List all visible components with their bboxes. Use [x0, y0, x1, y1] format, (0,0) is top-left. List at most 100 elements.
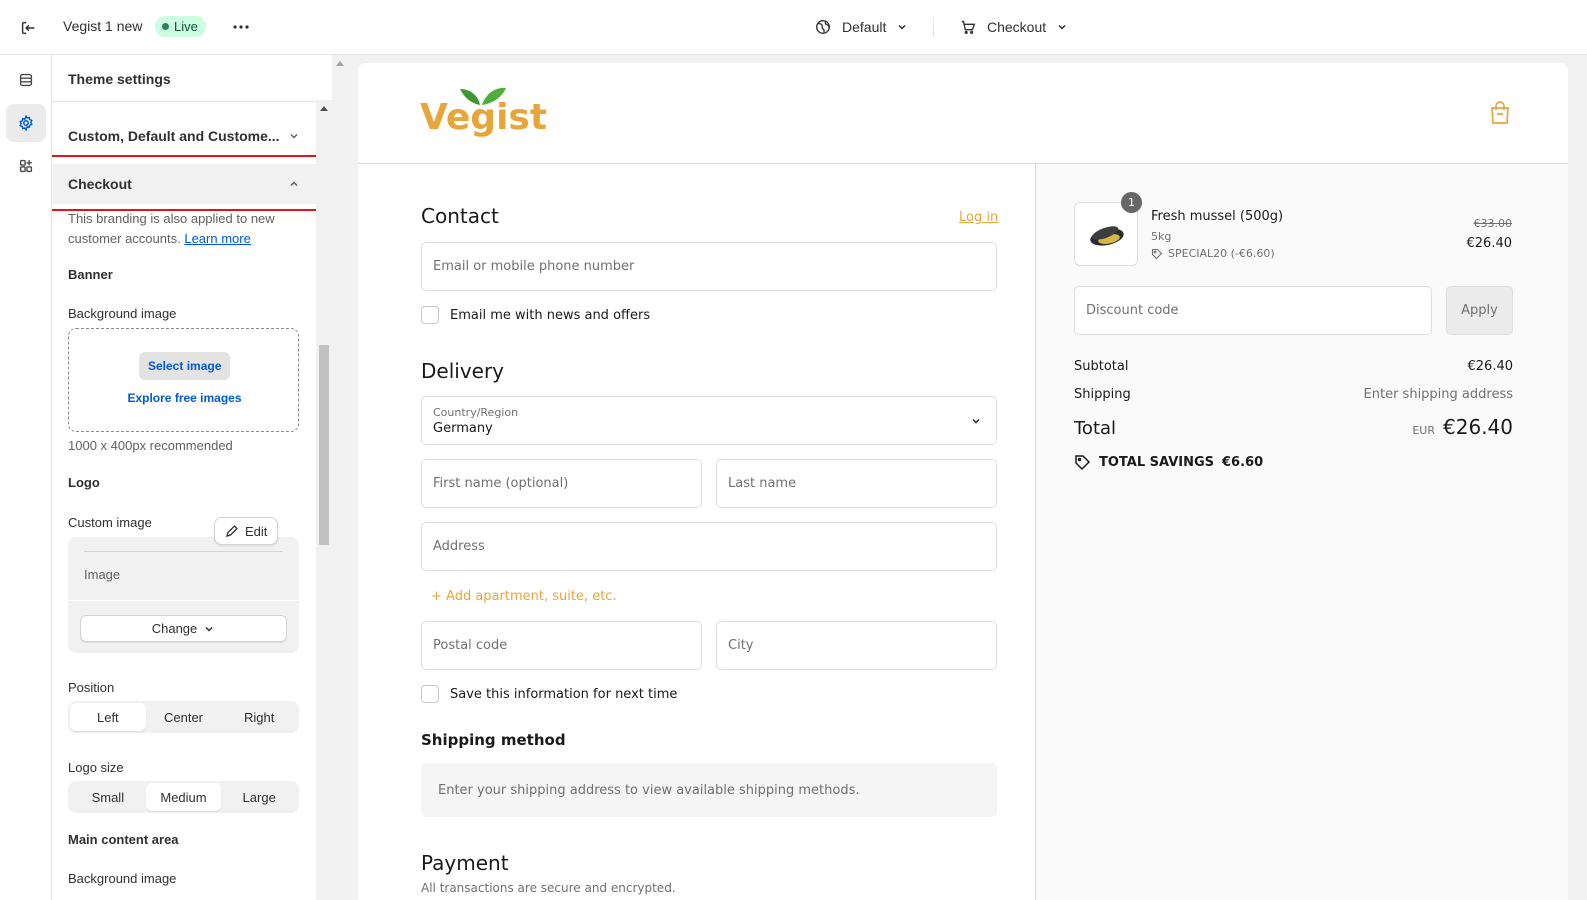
- checkout-form: Contact Log in Email or mobile phone num…: [358, 164, 1035, 900]
- discounted-price: €26.40: [1466, 236, 1513, 251]
- accordion-label: Custom, Default and Custome...: [68, 128, 280, 144]
- discount-code-label: SPECIAL20 (-€6.60): [1168, 247, 1275, 260]
- sidebar-header: Theme settings: [52, 55, 332, 102]
- select-image-button[interactable]: Select image: [139, 352, 231, 380]
- total-row: Total EUR €26.40: [1074, 415, 1513, 439]
- add-apartment-link[interactable]: + Add apartment, suite, etc.: [431, 589, 617, 604]
- save-info-checkbox[interactable]: [421, 685, 439, 703]
- postal-code-input[interactable]: Postal code: [421, 621, 702, 670]
- logo-size-medium-option[interactable]: Medium: [145, 783, 222, 811]
- total-savings: TOTAL SAVINGS €6.60: [1074, 454, 1263, 471]
- accordion-custom-default[interactable]: Custom, Default and Custome...: [52, 116, 316, 156]
- email-input[interactable]: Email or mobile phone number: [421, 242, 997, 291]
- savings-label: TOTAL SAVINGS: [1099, 455, 1215, 470]
- custom-image-label: Custom image: [68, 515, 152, 530]
- image-dropzone[interactable]: Select image Explore free images: [68, 328, 299, 432]
- explore-free-images-link[interactable]: Explore free images: [69, 391, 300, 405]
- position-center-option[interactable]: Center: [146, 703, 222, 731]
- apps-icon[interactable]: [6, 147, 46, 185]
- position-left-option[interactable]: Left: [70, 703, 146, 731]
- news-checkbox-row[interactable]: Email me with news and offers: [421, 306, 650, 324]
- payment-heading: Payment: [421, 851, 509, 875]
- country-select[interactable]: Country/Region Germany: [421, 396, 997, 445]
- position-right-option[interactable]: Right: [221, 703, 297, 731]
- page-selector[interactable]: Checkout: [959, 15, 1068, 39]
- shipping-method-note: Enter your shipping address to view avai…: [421, 763, 997, 817]
- subtotal-label: Subtotal: [1074, 359, 1129, 374]
- theme-selector[interactable]: Default: [814, 15, 908, 39]
- settings-sidebar: Theme settings Custom, Default and Custo…: [52, 55, 332, 900]
- shipping-row: Shipping Enter shipping address: [1074, 387, 1513, 402]
- preview-scrollbar[interactable]: [332, 55, 348, 900]
- vegist-logo: Vegist: [420, 83, 547, 145]
- sidebar-scrollbar[interactable]: [316, 100, 332, 900]
- theme-selector-label: Default: [842, 19, 887, 35]
- more-actions-icon[interactable]: [228, 15, 254, 39]
- page-selector-label: Checkout: [987, 19, 1047, 35]
- quantity-badge: 1: [1121, 192, 1142, 213]
- save-info-checkbox-row[interactable]: Save this information for next time: [421, 685, 677, 703]
- tag-icon: [1075, 455, 1091, 471]
- order-summary: 1 Fresh mussel (500g) 5kg SPECIAL20 (-€6…: [1035, 164, 1568, 900]
- city-input[interactable]: City: [716, 621, 997, 670]
- first-name-input[interactable]: First name (optional): [421, 459, 702, 508]
- shipping-label: Shipping: [1074, 387, 1131, 402]
- divider: [68, 600, 299, 601]
- accordion-label: Checkout: [68, 176, 132, 192]
- savings-value: €6.60: [1222, 455, 1264, 470]
- logo-heading: Logo: [68, 475, 100, 490]
- last-name-input[interactable]: Last name: [716, 459, 997, 508]
- learn-more-link[interactable]: Learn more: [184, 231, 250, 246]
- accordion-checkout[interactable]: Checkout: [52, 164, 316, 204]
- pencil-icon: [226, 525, 238, 537]
- position-segmented-control: Left Center Right: [68, 701, 299, 733]
- address-input[interactable]: Address: [421, 522, 997, 571]
- scrollbar-thumb[interactable]: [319, 345, 329, 545]
- chevron-down-icon: [1058, 24, 1066, 30]
- apply-button[interactable]: Apply: [1446, 286, 1513, 335]
- logo-image-card: Image Change: [68, 537, 299, 653]
- change-image-button[interactable]: Change: [80, 615, 287, 642]
- product-variant: 5kg: [1151, 230, 1172, 243]
- divider: [933, 17, 934, 37]
- theme-title: Vegist 1 new: [63, 18, 143, 34]
- edit-button[interactable]: Edit: [214, 517, 279, 545]
- brand-name: Vegist: [420, 97, 548, 138]
- scroll-up-arrow[interactable]: [320, 106, 328, 111]
- logo-size-small-option[interactable]: Small: [70, 783, 146, 811]
- discount-code-input[interactable]: Discount code: [1074, 286, 1432, 335]
- edit-label: Edit: [245, 523, 268, 539]
- main-background-image-label: Background image: [68, 871, 177, 886]
- login-link[interactable]: Log in: [959, 210, 998, 225]
- country-value: Germany: [433, 421, 493, 436]
- total-value: €26.40: [1443, 415, 1513, 439]
- position-label: Position: [68, 680, 115, 695]
- background-image-label: Background image: [68, 306, 177, 321]
- news-checkbox-label: Email me with news and offers: [450, 307, 651, 323]
- total-currency: EUR: [1412, 424, 1436, 437]
- preview-header: Vegist: [358, 63, 1568, 164]
- subtotal-value: €26.40: [1467, 359, 1514, 374]
- change-label: Change: [151, 621, 198, 636]
- total-label: Total: [1074, 418, 1117, 439]
- scroll-up-arrow[interactable]: [336, 61, 344, 66]
- image-label: Image: [84, 567, 121, 582]
- shopping-bag-icon[interactable]: [1489, 101, 1511, 125]
- chevron-down-icon: [898, 24, 906, 30]
- exit-icon[interactable]: [16, 16, 40, 40]
- payment-note: All transactions are secure and encrypte…: [421, 881, 676, 895]
- theme-settings-gear-icon[interactable]: [6, 104, 46, 142]
- logo-size-segmented-control: Small Medium Large: [68, 781, 299, 813]
- shipping-method-heading: Shipping method: [421, 731, 566, 749]
- size-recommendation: 1000 x 400px recommended: [68, 438, 233, 453]
- icon-rail: [0, 55, 52, 900]
- original-price: €33.00: [1473, 217, 1513, 230]
- checkout-preview: Vegist Contact Log in Email or mobile ph…: [358, 63, 1568, 900]
- logo-size-large-option[interactable]: Large: [221, 783, 297, 811]
- news-checkbox[interactable]: [421, 306, 439, 324]
- divider: [84, 551, 283, 552]
- save-info-label: Save this information for next time: [450, 686, 678, 702]
- sections-icon[interactable]: [6, 61, 46, 99]
- live-badge: Live: [155, 16, 206, 37]
- shipping-value: Enter shipping address: [1363, 387, 1513, 402]
